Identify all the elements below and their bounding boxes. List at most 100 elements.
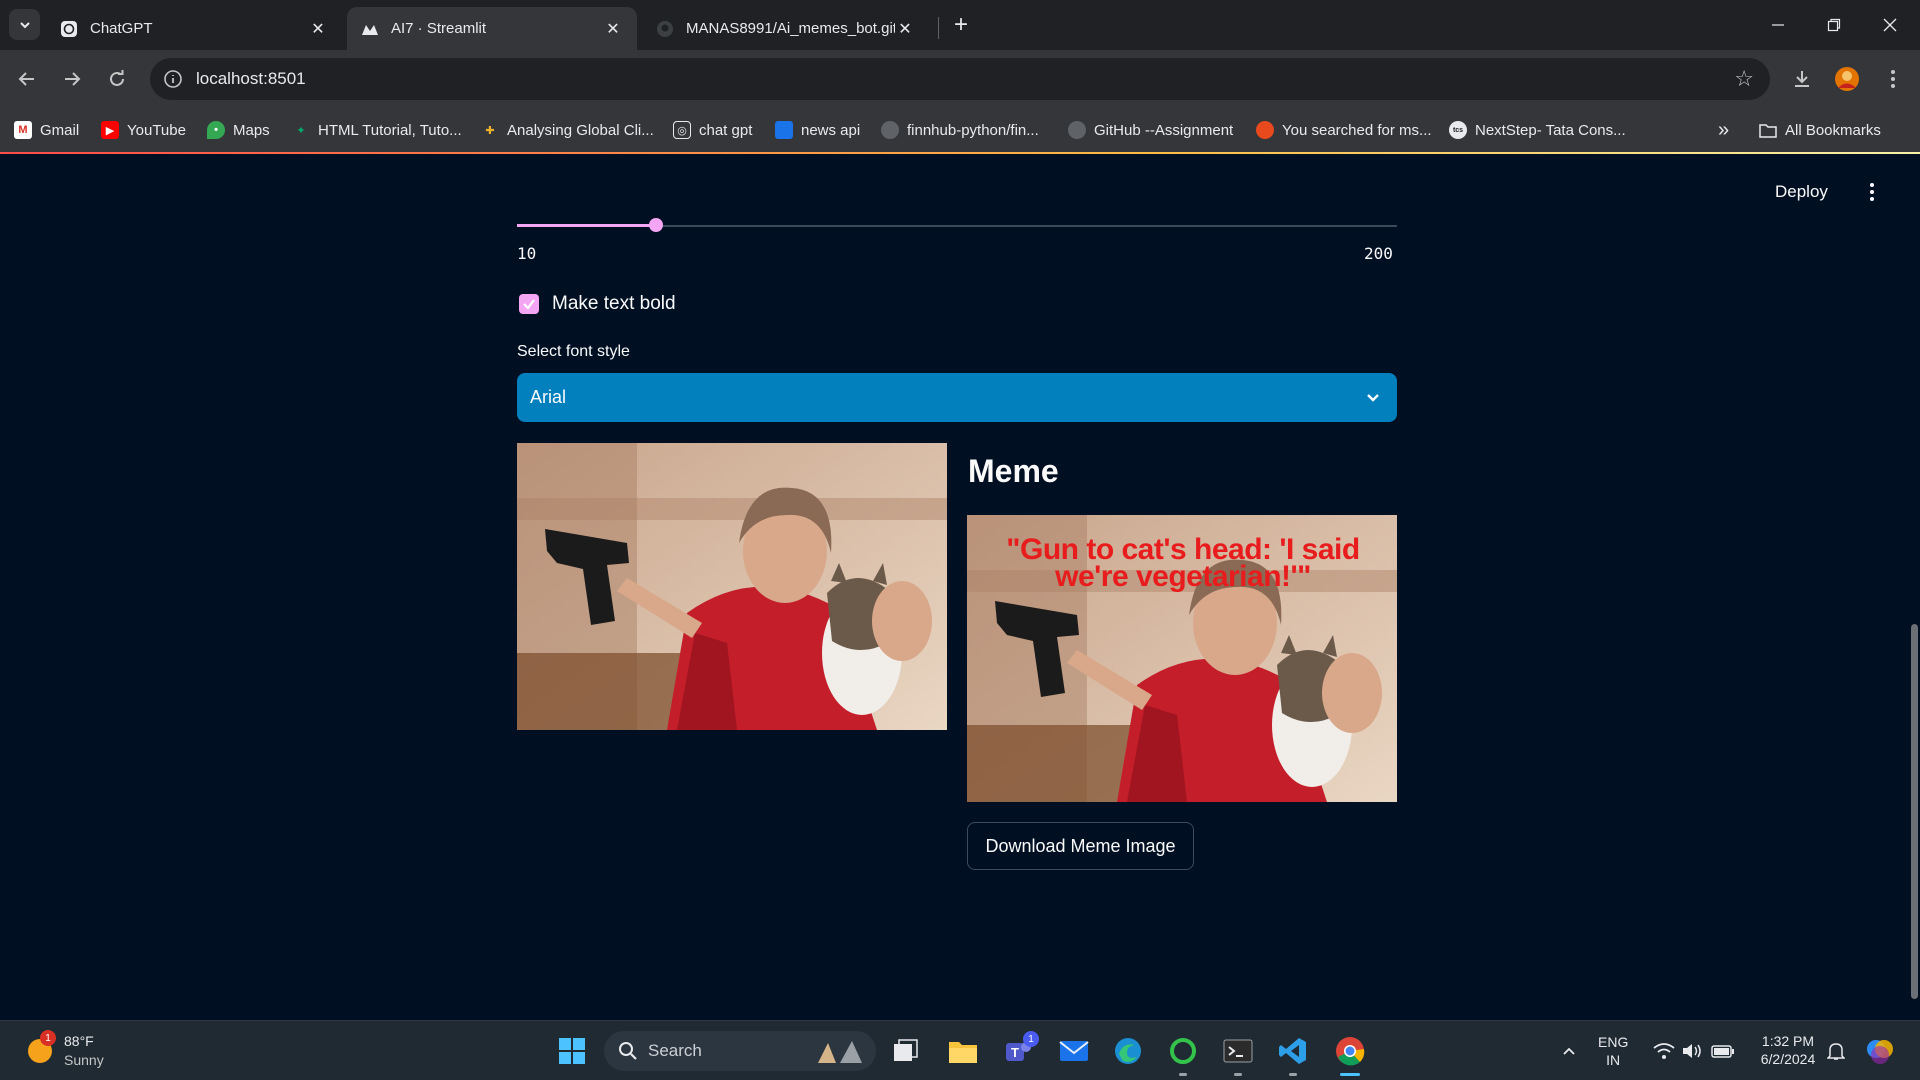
bookmark-analysing-global[interactable]: ✚ Analysing Global Cli... bbox=[481, 118, 653, 142]
close-icon[interactable]: ✕ bbox=[308, 19, 328, 39]
active-indicator bbox=[1340, 1073, 1360, 1076]
chevron-down-icon bbox=[19, 21, 30, 28]
close-window-button[interactable] bbox=[1862, 0, 1918, 50]
chrome-icon[interactable] bbox=[1334, 1035, 1366, 1067]
new-tab-button[interactable]: + bbox=[948, 11, 974, 38]
edge-icon[interactable] bbox=[1112, 1035, 1144, 1067]
file-explorer-icon[interactable] bbox=[947, 1035, 979, 1067]
menu-kebab-icon[interactable] bbox=[1878, 64, 1908, 94]
tab-chatgpt[interactable]: ChatGPT ✕ bbox=[46, 7, 342, 50]
github-icon bbox=[656, 20, 674, 38]
maps-icon: • bbox=[207, 121, 225, 139]
terminal-icon[interactable] bbox=[1222, 1035, 1254, 1067]
restore-icon bbox=[1827, 18, 1841, 32]
bold-checkbox[interactable] bbox=[519, 294, 539, 314]
reload-button[interactable] bbox=[100, 62, 134, 96]
clock[interactable]: 1:32 PM 6/2/2024 bbox=[1748, 1032, 1828, 1068]
download-meme-button[interactable]: Download Meme Image bbox=[967, 822, 1194, 870]
volume-icon[interactable] bbox=[1676, 1035, 1708, 1067]
weather-badge: 1 bbox=[40, 1030, 56, 1046]
page-scrollbar[interactable] bbox=[1911, 624, 1918, 999]
bookmark-nextstep[interactable]: tcs NextStep- Tata Cons... bbox=[1449, 118, 1626, 142]
font-style-select[interactable]: Arial bbox=[517, 373, 1397, 422]
weather-desc[interactable]: Sunny bbox=[64, 1051, 104, 1069]
bookmark-label: news api bbox=[801, 121, 861, 139]
github-icon bbox=[1068, 121, 1086, 139]
tab-title: MANAS8991/Ai_memes_bot.git bbox=[686, 20, 895, 37]
bookmark-label: You searched for ms... bbox=[1282, 121, 1432, 139]
mail-icon[interactable] bbox=[1058, 1035, 1090, 1067]
w3schools-icon: ✦ bbox=[296, 124, 306, 137]
deploy-button[interactable]: Deploy bbox=[1775, 182, 1828, 202]
address-bar[interactable]: localhost:8501 ☆ bbox=[150, 58, 1770, 100]
task-view-icon[interactable] bbox=[890, 1035, 922, 1067]
streamlit-icon bbox=[361, 20, 379, 38]
tab-github[interactable]: MANAS8991/Ai_memes_bot.git ✕ bbox=[642, 7, 929, 50]
search-placeholder: Search bbox=[648, 1041, 702, 1060]
language-indicator[interactable]: ENG IN bbox=[1598, 1033, 1628, 1069]
chevron-down-icon bbox=[1363, 387, 1383, 407]
app-menu-icon[interactable] bbox=[1862, 178, 1882, 206]
site-info-icon[interactable] bbox=[162, 68, 184, 90]
region-code: IN bbox=[1606, 1052, 1621, 1068]
tab-streamlit[interactable]: AI7 · Streamlit ✕ bbox=[347, 7, 637, 50]
close-icon[interactable]: ✕ bbox=[603, 19, 623, 39]
meme-heading: Meme bbox=[968, 453, 1059, 489]
bookmark-star-icon[interactable]: ☆ bbox=[1734, 66, 1754, 92]
download-icon[interactable] bbox=[1787, 64, 1817, 94]
font-select-value: Arial bbox=[530, 387, 567, 407]
bookmark-gmail[interactable]: M Gmail bbox=[14, 118, 79, 142]
browser-toolbar: localhost:8501 ☆ bbox=[0, 50, 1920, 108]
vscode-icon[interactable] bbox=[1277, 1035, 1309, 1067]
more-bookmarks-icon[interactable]: » bbox=[1718, 118, 1729, 142]
bookmark-html-tutorial[interactable]: ✦ HTML Tutorial, Tuto... bbox=[292, 118, 461, 142]
slider-min-label: 10 bbox=[517, 244, 537, 263]
windows-start-icon[interactable] bbox=[556, 1035, 588, 1067]
notification-bell-icon[interactable] bbox=[1820, 1035, 1852, 1067]
chevron-up-icon[interactable] bbox=[1553, 1035, 1585, 1067]
all-bookmarks-label: All Bookmarks bbox=[1785, 121, 1881, 139]
taskbar-search-box[interactable]: Search bbox=[604, 1031, 876, 1071]
bookmark-news-api[interactable]: news api bbox=[775, 118, 860, 142]
gmail-icon: M bbox=[14, 121, 32, 139]
tab-title: ChatGPT bbox=[90, 20, 153, 37]
all-bookmarks-button[interactable]: All Bookmarks bbox=[1759, 118, 1881, 142]
bookmark-youtube[interactable]: ▶ YouTube bbox=[101, 118, 186, 142]
arrow-left-icon bbox=[18, 72, 34, 86]
bookmark-you-searched[interactable]: You searched for ms... bbox=[1256, 118, 1432, 142]
restore-button[interactable] bbox=[1806, 0, 1862, 50]
bookmark-label: NextStep- Tata Cons... bbox=[1475, 121, 1626, 139]
forward-button[interactable] bbox=[55, 62, 89, 96]
bookmark-chat-gpt[interactable]: ◎ chat gpt bbox=[673, 118, 752, 142]
font-select-label: Select font style bbox=[517, 343, 630, 360]
minimize-button[interactable] bbox=[1750, 0, 1806, 50]
teams-badge: 1 bbox=[1023, 1031, 1039, 1047]
running-indicator bbox=[1234, 1073, 1242, 1076]
slack-icon: ✚ bbox=[485, 124, 495, 137]
font-size-slider-thumb[interactable] bbox=[648, 218, 663, 232]
clock-date: 6/2/2024 bbox=[1760, 1051, 1816, 1067]
search-icon bbox=[619, 1042, 637, 1060]
bookmark-github-assignment[interactable]: GitHub --Assignment bbox=[1068, 118, 1233, 142]
tab-title: AI7 · Streamlit bbox=[391, 20, 487, 37]
close-icon[interactable]: ✕ bbox=[895, 19, 915, 39]
bookmark-maps[interactable]: • Maps bbox=[207, 118, 270, 142]
app-ring-icon[interactable] bbox=[1167, 1035, 1199, 1067]
search-highlight-icon bbox=[818, 1041, 862, 1063]
bookmark-label: GitHub --Assignment bbox=[1094, 121, 1234, 139]
weather-temp[interactable]: 88°F bbox=[64, 1032, 94, 1050]
bookmark-finnhub[interactable]: finnhub-python/fin... bbox=[881, 118, 1039, 142]
minimize-icon bbox=[1772, 24, 1784, 26]
checkmark-icon bbox=[523, 299, 535, 310]
tab-search-button[interactable] bbox=[9, 9, 40, 40]
back-button[interactable] bbox=[10, 62, 44, 96]
bookmark-label: finnhub-python/fin... bbox=[907, 121, 1039, 139]
battery-icon[interactable] bbox=[1707, 1035, 1739, 1067]
copilot-icon[interactable] bbox=[1864, 1035, 1896, 1067]
bold-checkbox-label[interactable]: Make text bold bbox=[552, 293, 676, 315]
bookmark-label: chat gpt bbox=[699, 121, 753, 139]
close-icon bbox=[1883, 18, 1897, 32]
reload-icon bbox=[110, 70, 124, 86]
profile-avatar[interactable] bbox=[1832, 64, 1862, 94]
running-indicator bbox=[1289, 1073, 1297, 1076]
